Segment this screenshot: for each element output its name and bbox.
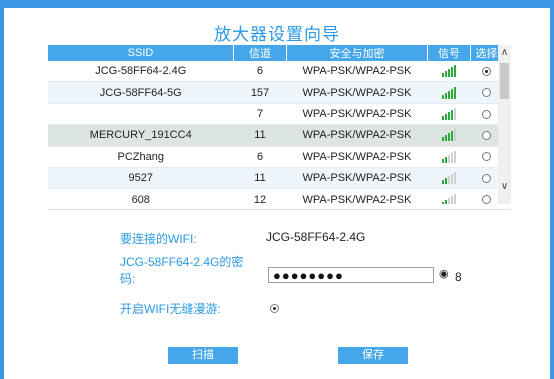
cell-channel: 7: [233, 103, 287, 126]
wifi-table: SSID 信道 安全与加密 信号 选择 JCG-58FF64-2.4G 6 WPA-…: [48, 45, 502, 204]
cell-channel: 6: [233, 146, 287, 168]
cell-signal: [427, 167, 471, 190]
wifi-table-container: SSID 信道 安全与加密 信号 选择 JCG-58FF64-2.4G 6 WPA-…: [48, 45, 511, 204]
select-radio[interactable]: [481, 152, 491, 162]
cell-channel: 6: [233, 61, 287, 83]
page-title: 放大器设置向导: [214, 25, 340, 44]
table-row[interactable]: 608 12 WPA-PSK/WPA2-PSK: [48, 188, 502, 204]
signal-icon: [441, 172, 457, 185]
select-radio[interactable]: [481, 109, 491, 119]
header-ssid: SSID: [48, 45, 234, 61]
cell-ssid: JCG-58FF64-2.4G: [48, 61, 234, 83]
select-radio[interactable]: [481, 173, 491, 183]
signal-icon: [441, 129, 457, 142]
header-security: 安全与加密: [286, 45, 428, 61]
cell-channel: 11: [233, 167, 287, 190]
cell-ssid: PCZhang: [48, 146, 234, 168]
table-row[interactable]: PCZhang 6 WPA-PSK/WPA2-PSK: [48, 146, 502, 168]
table-scrollbar[interactable]: ∧ ∨: [498, 45, 511, 204]
cell-ssid: 608: [48, 188, 234, 204]
password-field[interactable]: ●●●●●●●●: [268, 267, 434, 283]
cell-channel: 157: [233, 81, 287, 104]
cell-ssid: 9527: [48, 167, 234, 190]
signal-icon: [441, 108, 457, 121]
cell-security: WPA-PSK/WPA2-PSK: [286, 61, 428, 83]
signal-icon: [441, 150, 457, 163]
scroll-thumb[interactable]: [500, 63, 509, 99]
cell-signal: [427, 146, 471, 168]
connect-wifi-label: 要连接的WIFI:: [120, 232, 197, 246]
password-label-line1: JCG-58FF64-2.4G的密: [120, 255, 244, 269]
connect-wifi-value: JCG-58FF64-2.4G: [266, 230, 366, 244]
select-radio[interactable]: [481, 88, 491, 98]
cell-security: WPA-PSK/WPA2-PSK: [286, 188, 428, 204]
signal-icon: [441, 193, 457, 204]
table-row[interactable]: JCG-58FF64-5G 157 WPA-PSK/WPA2-PSK: [48, 81, 502, 104]
cell-ssid: JCG-58FF64-5G: [48, 81, 234, 104]
table-row[interactable]: JCG-58FF64-2.4G 6 WPA-PSK/WPA2-PSK: [48, 61, 502, 83]
select-radio[interactable]: [481, 195, 491, 204]
signal-icon: [441, 86, 457, 99]
table-header-row: SSID 信道 安全与加密 信号 选择: [48, 45, 502, 61]
cell-channel: 12: [233, 188, 287, 204]
top-border: [0, 0, 554, 8]
header-channel: 信道: [233, 45, 287, 61]
select-radio[interactable]: [481, 66, 491, 76]
save-button[interactable]: 保存: [338, 347, 408, 364]
cell-ssid: MERCURY_191CC4: [48, 124, 234, 147]
table-row[interactable]: MERCURY_191CC4 11 WPA-PSK/WPA2-PSK: [48, 124, 502, 147]
scan-button[interactable]: 扫描: [168, 347, 238, 364]
right-border: [550, 0, 554, 379]
cell-security: WPA-PSK/WPA2-PSK: [286, 146, 428, 168]
cell-signal: [427, 61, 471, 83]
cell-security: WPA-PSK/WPA2-PSK: [286, 103, 428, 126]
cell-channel: 11: [233, 124, 287, 147]
table-row[interactable]: 9527 11 WPA-PSK/WPA2-PSK: [48, 167, 502, 190]
eye-icon[interactable]: ◉: [439, 267, 451, 280]
scroll-down-icon[interactable]: ∨: [498, 181, 511, 193]
password-length: 8: [455, 270, 462, 284]
header-signal: 信号: [427, 45, 471, 61]
password-label-line2: 码:: [120, 272, 136, 286]
cell-signal: [427, 81, 471, 104]
divider: [48, 209, 511, 210]
roaming-radio[interactable]: [270, 304, 279, 313]
scroll-up-icon[interactable]: ∧: [498, 47, 511, 59]
cell-security: WPA-PSK/WPA2-PSK: [286, 81, 428, 104]
select-radio[interactable]: [481, 130, 491, 140]
wifi-table-body: JCG-58FF64-2.4G 6 WPA-PSK/WPA2-PSK JCG-58FF…: [48, 61, 502, 204]
table-row[interactable]: 7 WPA-PSK/WPA2-PSK: [48, 103, 502, 126]
roaming-label: 开启WIFI无缝漫游:: [120, 302, 221, 316]
cell-security: WPA-PSK/WPA2-PSK: [286, 167, 428, 190]
left-border: [0, 0, 4, 379]
signal-icon: [441, 65, 457, 78]
cell-signal: [427, 124, 471, 147]
cell-ssid: [48, 103, 234, 126]
cell-signal: [427, 188, 471, 204]
cell-security: WPA-PSK/WPA2-PSK: [286, 124, 428, 147]
cell-signal: [427, 103, 471, 126]
